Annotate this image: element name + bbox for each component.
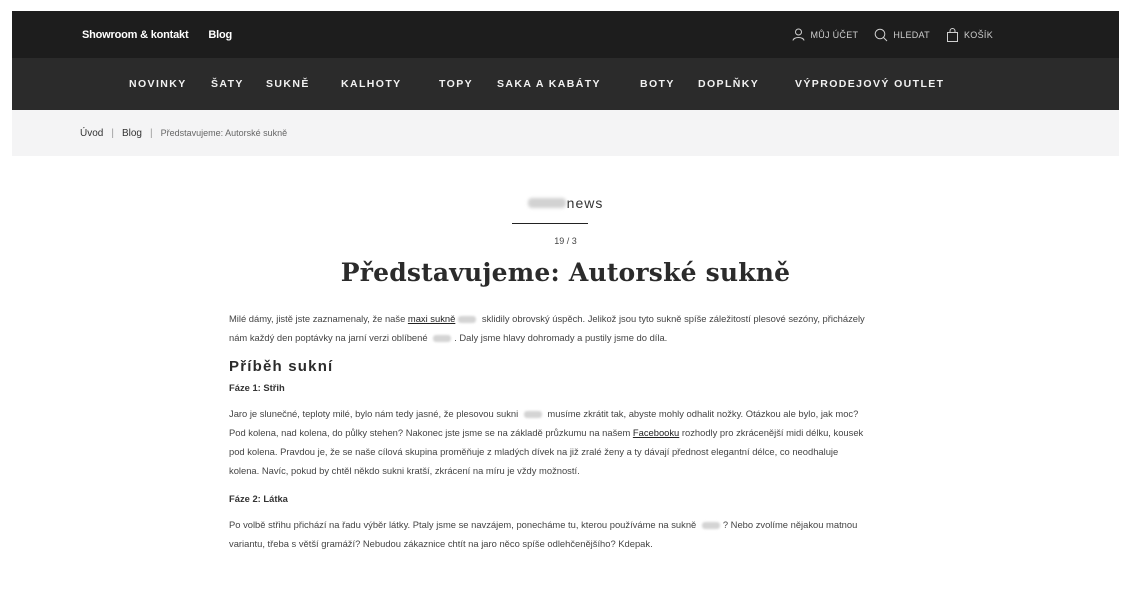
cart-label: KOŠÍK — [963, 29, 993, 40]
top-utility-bar: Showroom & kontakt Blog MŮJ ÚČET HLEDAT — [12, 11, 1119, 58]
maxi-skirt-link[interactable]: maxi sukně — [408, 313, 455, 324]
nav-item-kalhoty[interactable]: KALHOTY — [341, 78, 439, 90]
nav-item-saty[interactable]: ŠATY — [211, 78, 266, 90]
breadcrumb-separator: | — [149, 127, 153, 139]
top-utilities: MŮJ ÚČET HLEDAT KOŠÍK — [792, 27, 993, 42]
breadcrumb-current: Představujeme: Autorské sukně — [160, 128, 288, 138]
article-body: Milé dámy, jistě jste zaznamenaly, že na… — [229, 309, 869, 562]
user-icon — [792, 28, 805, 41]
text-fragment: Po volbě střihu přichází na řadu výběr l… — [229, 519, 699, 530]
brand-name-redacted — [701, 522, 720, 530]
showroom-link[interactable]: Showroom & kontakt — [82, 29, 189, 41]
breadcrumb: Úvod | Blog | Představujeme: Autorské su… — [12, 110, 1119, 156]
brand-name-redacted — [458, 316, 477, 324]
text-fragment: Jaro je slunečné, teploty milé, bylo nám… — [229, 408, 521, 419]
nav-item-vyprodejovy-outlet[interactable]: VÝPRODEJOVÝ OUTLET — [795, 78, 944, 90]
main-navigation: NOVINKY ŠATY SUKNĚ KALHOTY TOPY SAKA A K… — [12, 58, 1119, 110]
phase-2-paragraph: Po volbě střihu přichází na řadu výběr l… — [229, 515, 869, 553]
search-icon — [874, 28, 888, 42]
brand-news-label: news — [566, 194, 604, 211]
page-frame: Showroom & kontakt Blog MŮJ ÚČET HLEDAT — [12, 11, 1119, 616]
phase-2-heading: Fáze 2: Látka — [229, 493, 288, 504]
nav-item-topy[interactable]: TOPY — [439, 78, 497, 90]
page-title: Představujeme: Autorské sukně — [340, 258, 791, 287]
top-links: Showroom & kontakt Blog — [82, 29, 232, 41]
text-fragment: Milé dámy, jistě jste zaznamenaly, že na… — [229, 313, 408, 324]
cart-button[interactable]: KOŠÍK — [946, 27, 993, 42]
brand-name-redacted — [433, 335, 452, 343]
nav-item-boty[interactable]: BOTY — [640, 78, 698, 90]
facebook-link[interactable]: Facebooku — [633, 427, 679, 438]
phase-1-paragraph: Jaro je slunečné, teploty milé, bylo nám… — [229, 404, 869, 480]
account-button[interactable]: MŮJ ÚČET — [792, 28, 858, 41]
brand-name-redacted — [523, 411, 542, 419]
breadcrumb-home[interactable]: Úvod — [80, 128, 103, 139]
brand-divider — [512, 223, 588, 224]
blog-brand: news — [12, 194, 1119, 212]
breadcrumb-blog[interactable]: Blog — [122, 128, 142, 139]
search-label: HLEDAT — [893, 29, 930, 40]
section-heading: Příběh sukní — [229, 358, 334, 375]
nav-item-sukne[interactable]: SUKNĚ — [266, 78, 341, 90]
breadcrumb-separator: | — [111, 127, 114, 139]
intro-paragraph: Milé dámy, jistě jste zaznamenaly, že na… — [229, 309, 869, 347]
account-label: MŮJ ÚČET — [810, 29, 859, 40]
text-fragment: . Daly jsme hlavy dohromady a pustily js… — [454, 332, 668, 343]
blog-link[interactable]: Blog — [208, 29, 232, 41]
brand-logo — [527, 197, 566, 208]
nav-item-saka-a-kabaty[interactable]: SAKA A KABÁTY — [497, 78, 640, 90]
bag-icon — [946, 27, 959, 42]
search-button[interactable]: HLEDAT — [874, 28, 930, 42]
nav-item-novinky[interactable]: NOVINKY — [129, 78, 211, 90]
nav-item-doplnky[interactable]: DOPLŇKY — [698, 78, 795, 90]
article-date: 19 / 3 — [554, 236, 577, 246]
phase-1-heading: Fáze 1: Střih — [229, 382, 285, 393]
